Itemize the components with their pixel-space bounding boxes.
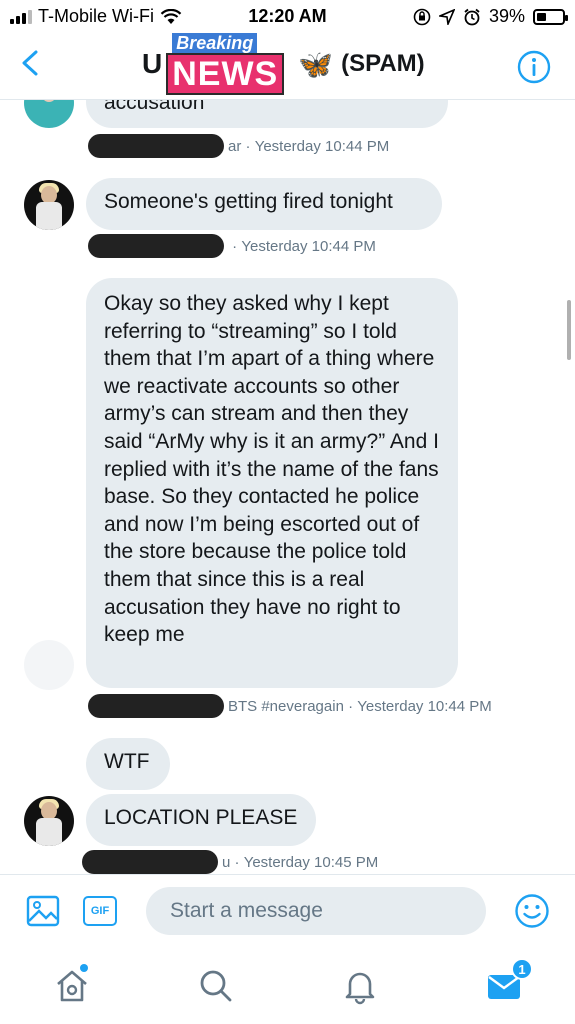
message-meta: ar · Yesterday 10:44 PM (88, 134, 389, 158)
battery-icon (533, 8, 568, 25)
message-meta: · Yesterday 10:44 PM (88, 234, 376, 258)
message-composer: GIF Start a message (0, 874, 575, 946)
status-right: 39% (413, 6, 568, 27)
chevron-left-icon[interactable] (14, 46, 48, 80)
home-notification-dot (80, 964, 88, 972)
message-input-placeholder: Start a message (170, 899, 323, 922)
bell-icon[interactable] (340, 966, 380, 1006)
scrollbar[interactable] (567, 300, 571, 360)
message-bubble[interactable]: WTF (86, 738, 170, 790)
meta-name-tail: ar (228, 137, 242, 155)
status-bar: T-Mobile Wi-Fi 12:20 AM 39% (0, 0, 575, 34)
message-text: WTF (104, 750, 150, 773)
logo-top-text: Breaking (172, 33, 258, 54)
redacted-name (82, 850, 218, 874)
conversation-header: U Breaking NEWS 🦋 (SPAM) (0, 33, 575, 100)
battery-fill (537, 12, 547, 21)
message-bubble[interactable]: Okay so they asked why I kept referring … (86, 278, 458, 688)
redacted-name (88, 234, 224, 258)
meta-time: Yesterday 10:45 PM (243, 853, 379, 871)
meta-name-tail: u (222, 853, 231, 871)
message-bubble[interactable]: accusation (86, 100, 448, 128)
message-text: Okay so they asked why I kept referring … (104, 292, 439, 647)
emoji-icon[interactable] (514, 893, 550, 929)
location-icon (438, 8, 455, 25)
avatar[interactable] (24, 796, 74, 846)
meta-name-tail: BTS #neveragain (228, 697, 344, 715)
meta-time: Yesterday 10:44 PM (254, 137, 390, 155)
search-icon[interactable] (196, 966, 236, 1006)
butterfly-icon: 🦋 (298, 48, 334, 80)
info-icon[interactable] (517, 50, 551, 84)
alarm-icon (464, 8, 480, 25)
logo-main-text: NEWS (166, 53, 285, 95)
home-icon[interactable] (52, 966, 92, 1006)
orientation-lock-icon (413, 8, 431, 25)
messages-badge-count: 1 (518, 961, 526, 977)
gif-label: GIF (90, 905, 110, 917)
gif-button[interactable]: GIF (83, 896, 117, 926)
message-bubble[interactable]: LOCATION PLEASE (86, 794, 316, 846)
redacted-name (88, 134, 224, 158)
message-text: accusation (104, 100, 205, 114)
avatar[interactable] (24, 640, 74, 690)
avatar[interactable] (24, 100, 74, 128)
redacted-name (88, 694, 224, 718)
messages-badge: 1 (511, 958, 533, 980)
message-meta: u · Yesterday 10:45 PM (82, 850, 378, 874)
message-list[interactable]: accusation ar · Yesterday 10:44 PM Someo… (0, 100, 575, 874)
message-input[interactable]: Start a message (146, 887, 486, 935)
message-text: LOCATION PLEASE (104, 806, 298, 829)
conversation-title[interactable]: U Breaking NEWS 🦋 (SPAM) (142, 33, 425, 95)
message-bubble[interactable]: Someone's getting fired tonight (86, 178, 442, 230)
avatar[interactable] (24, 180, 74, 230)
breaking-news-logo: Breaking NEWS (158, 33, 300, 95)
tab-bar: 1 (0, 946, 575, 1024)
meta-time: Yesterday 10:44 PM (241, 237, 376, 255)
title-tag: (SPAM) (341, 50, 425, 77)
message-meta: BTS #neveragain · Yesterday 10:44 PM (88, 694, 492, 718)
meta-time: Yesterday 10:44 PM (357, 697, 492, 715)
image-icon[interactable] (26, 895, 60, 927)
message-text: Someone's getting fired tonight (104, 190, 393, 213)
battery-label: 39% (488, 6, 525, 26)
